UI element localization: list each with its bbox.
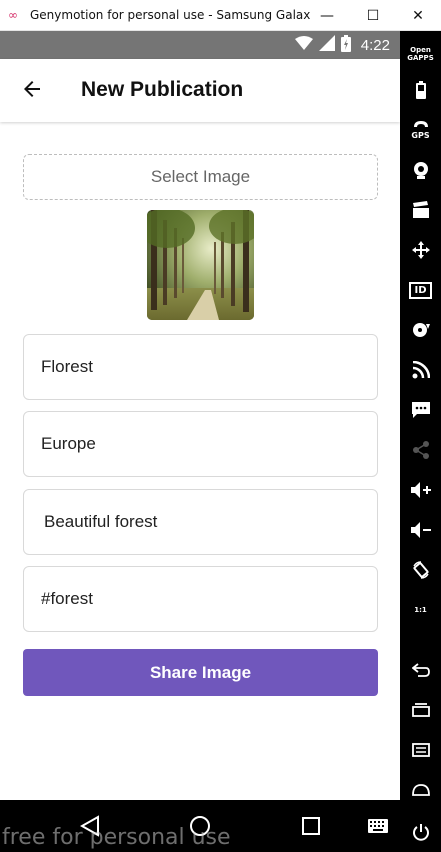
signal-icon [318,35,335,55]
selected-image-preview [147,210,254,320]
back-key-icon[interactable] [400,653,441,687]
gps-widget-button[interactable]: GPS [400,113,441,147]
volume-down-icon[interactable] [400,513,441,547]
sms-chat-icon[interactable] [400,393,441,427]
nav-recents-icon[interactable] [291,810,331,842]
location-field[interactable]: Europe [23,411,378,477]
recent-apps-key-icon[interactable] [400,693,441,727]
genymotion-logo-icon: ∞ [8,8,18,22]
emulator-side-toolbar: Open GAPPS GPS ID 1:1 [400,31,441,852]
arrow-left-icon[interactable] [20,77,44,101]
disk-io-icon[interactable] [400,313,441,347]
description-field[interactable]: Beautiful forest [23,489,378,555]
keyboard-icon[interactable] [358,810,398,842]
open-gapps-button[interactable]: Open GAPPS [400,37,441,71]
gps-label: GPS [411,130,430,140]
pixel-perfect-button[interactable]: 1:1 [400,593,441,627]
window-close-button[interactable]: ✕ [395,0,441,31]
status-time: 4:22 [360,36,390,54]
android-nav-bar [0,800,400,852]
window-title: Genymotion for personal use - Samsung Ga… [30,8,310,22]
move-arrows-icon[interactable] [400,233,441,267]
wifi-icon [294,36,313,54]
menu-key-icon[interactable] [400,733,441,767]
tags-field[interactable]: #forest [23,566,378,632]
window-maximize-button[interactable]: ☐ [350,0,396,31]
id-label: ID [409,281,432,299]
device-id-button[interactable]: ID [400,273,441,307]
power-icon[interactable] [400,815,441,849]
webcam-icon[interactable] [400,153,441,187]
share-icon[interactable] [400,433,441,467]
title-field[interactable]: Florest [23,334,378,400]
nav-home-icon[interactable] [180,810,220,842]
page-title: New Publication [81,78,244,101]
app-bar: New Publication [0,59,400,122]
window-titlebar: ∞ Genymotion for personal use - Samsung … [0,0,441,31]
home-key-icon[interactable] [400,773,441,807]
window-minimize-button[interactable]: — [304,0,350,31]
nav-back-icon[interactable] [70,810,110,842]
clapperboard-icon[interactable] [400,193,441,227]
rss-icon[interactable] [400,353,441,387]
ratio-label: 1:1 [414,606,427,614]
select-image-button[interactable]: Select Image [23,154,378,200]
status-bar: 4:22 [0,31,400,59]
battery-widget-icon[interactable] [400,73,441,107]
rotate-screen-icon[interactable] [400,553,441,587]
battery-icon [340,34,351,56]
share-image-button[interactable]: Share Image [23,649,378,696]
volume-up-icon[interactable] [400,473,441,507]
